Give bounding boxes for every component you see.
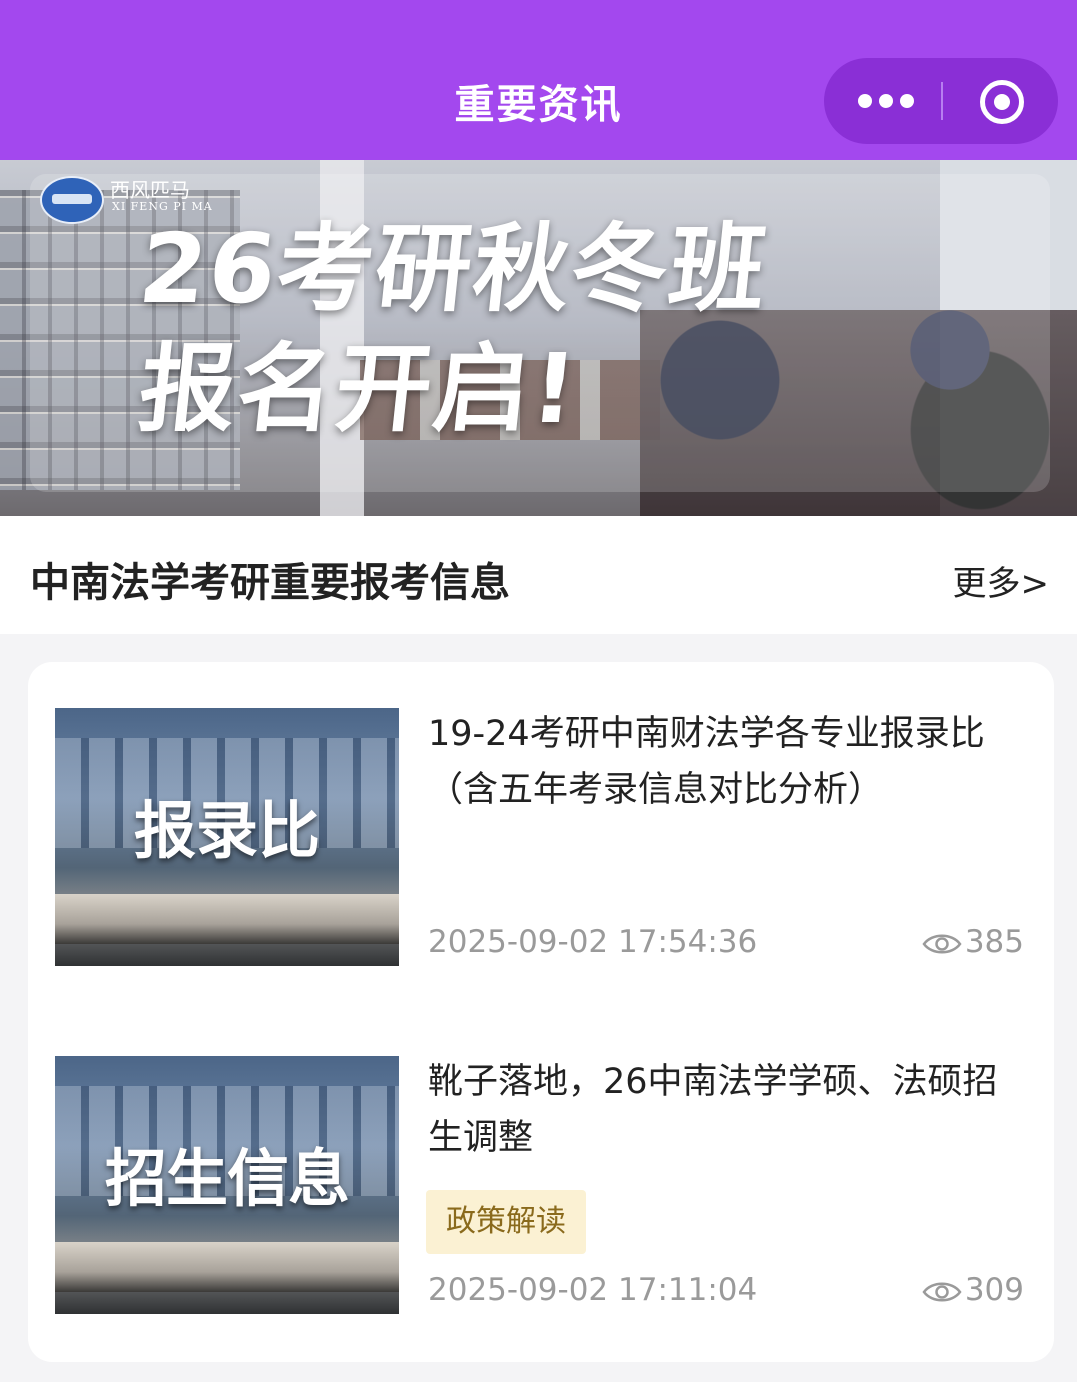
brand-logo-icon [40,176,104,224]
eye-icon [922,934,962,954]
section-title: 中南法学考研重要报考信息 [30,560,510,606]
view-count: 309 [964,1272,1024,1308]
more-link[interactable]: 更多> [953,556,1050,605]
eye-icon [922,1282,962,1302]
section-header: 中南法学考研重要报考信息 更多> [0,516,1077,634]
article-list: 报录比 19-24考研中南财法学各专业报录比（含五年考录信息对比分析） 2025… [28,662,1054,1362]
banner-headline: 26考研秋冬班 [134,213,774,325]
view-count: 385 [964,924,1024,960]
article-date: 2025-09-02 17:54:36 [428,924,758,960]
promo-banner[interactable]: 西风匹马 XI FENG PI MA 26考研秋冬班 报名开启! [0,160,1077,516]
more-dots-icon[interactable] [858,94,914,108]
article-date: 2025-09-02 17:11:04 [428,1272,758,1308]
thumbnail-label: 招生信息 [104,1142,350,1215]
target-circle-icon[interactable] [980,80,1024,124]
capsule-divider [941,82,943,120]
article-title: 19-24考研中南财法学各专业报录比（含五年考录信息对比分析） [428,714,985,810]
article-title: 靴子落地，26中南法学学硕、法硕招生调整 [428,1062,998,1158]
banner-subheadline: 报名开启! [134,333,584,445]
list-item[interactable]: 报录比 19-24考研中南财法学各专业报录比（含五年考录信息对比分析） 2025… [28,662,1054,992]
list-item[interactable]: 招生信息 靴子落地，26中南法学学硕、法硕招生调整 政策解读 2025-09-0… [28,1010,1054,1340]
brand-name: 西风匹马 [110,178,190,202]
article-thumbnail: 报录比 [55,708,399,966]
brand-name-en: XI FENG PI MA [112,200,213,213]
article-thumbnail: 招生信息 [55,1056,399,1314]
thumbnail-label: 报录比 [133,794,320,867]
category-tag: 政策解读 [426,1190,586,1254]
navbar: 重要资讯 [0,0,1077,160]
mini-program-capsule [824,58,1058,144]
